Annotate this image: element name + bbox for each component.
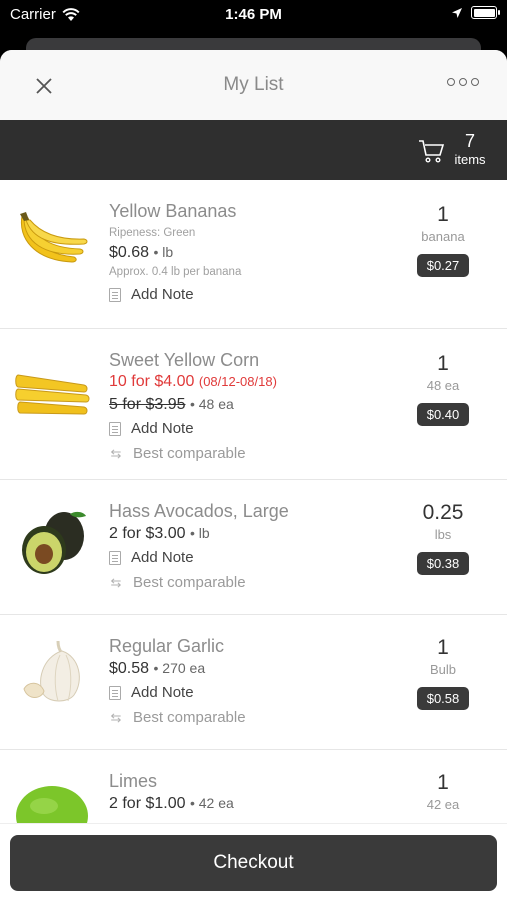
quantity-unit: lbs	[434, 527, 452, 542]
garlic-icon	[23, 640, 80, 702]
ripeness-label: Ripeness: Green	[109, 227, 196, 239]
quantity-value: 1	[437, 203, 449, 226]
banana-icon	[20, 212, 88, 263]
quantity-unit: banana	[421, 229, 465, 244]
list-item[interactable]: Regular Garlic $0.58 • 270 ea Add Note ⇆…	[0, 615, 507, 750]
more-options-icon[interactable]	[447, 78, 479, 86]
add-note-button[interactable]: Add Note	[109, 416, 409, 441]
item-name[interactable]: Sweet Yellow Corn	[109, 349, 409, 371]
old-price-value: 5 for $3.95	[109, 396, 186, 413]
best-comparable-label: Best comparable	[133, 574, 246, 591]
item-quantity[interactable]: 0.25 lbs $0.38	[403, 500, 483, 575]
corn-icon	[15, 374, 90, 415]
item-name[interactable]: Hass Avocados, Large	[109, 500, 409, 522]
shopping-list: Yellow Bananas Ripeness: Green $0.68 • l…	[0, 180, 507, 870]
promo-dates: (08/12-08/18)	[198, 374, 277, 389]
best-comparable-button[interactable]: ⇆ Best comparable	[109, 705, 409, 730]
price-value: 2 for $3.00	[109, 525, 186, 542]
note-icon	[109, 685, 121, 700]
list-item[interactable]: Yellow Bananas Ripeness: Green $0.68 • l…	[0, 180, 507, 329]
page-title: My List	[223, 74, 284, 95]
quantity-value: 0.25	[422, 501, 464, 524]
checkout-footer: Checkout	[0, 823, 507, 900]
item-quantity[interactable]: 1 banana $0.27	[403, 202, 483, 277]
item-total-badge: $0.27	[416, 254, 470, 277]
location-arrow-icon	[452, 7, 462, 18]
quantity-value: 1	[437, 352, 449, 375]
best-comparable-button[interactable]: ⇆ Best comparable	[109, 441, 409, 466]
item-total-badge: $0.38	[416, 552, 470, 575]
best-comparable-button[interactable]: ⇆ Best comparable	[109, 570, 409, 595]
add-note-label: Add Note	[131, 549, 194, 566]
cart-item-count: 7	[464, 131, 475, 151]
cart-icon	[419, 140, 445, 163]
price-value: 2 for $1.00	[109, 795, 186, 812]
swap-icon: ⇆	[110, 710, 122, 725]
regular-price: 5 for $3.95 • 48 ea	[109, 396, 234, 413]
item-quantity[interactable]: 1 48 ea $0.40	[403, 351, 483, 426]
swap-icon: ⇆	[110, 575, 122, 590]
quantity-unit: Bulb	[429, 662, 457, 677]
price-unit: 48 ea	[198, 396, 234, 412]
add-note-label: Add Note	[131, 420, 194, 437]
checkout-button[interactable]: Checkout	[10, 835, 497, 891]
promo-price: 10 for $4.00 (08/12-08/18)	[109, 371, 409, 393]
battery-icon	[471, 6, 500, 19]
price-value: $0.68	[109, 244, 150, 261]
note-icon	[109, 550, 121, 565]
item-total-badge: $0.58	[416, 687, 470, 710]
status-bar: Carrier 1:46 PM	[0, 0, 507, 30]
price-unit: 42 ea	[198, 795, 234, 811]
quantity-unit: 42 ea	[426, 797, 460, 812]
approx-weight: Approx. 0.4 lb per banana	[109, 266, 242, 278]
item-price: $0.58 • 270 ea	[109, 660, 206, 677]
add-note-button[interactable]: Add Note	[109, 545, 409, 570]
item-quantity[interactable]: 1 42 ea	[403, 770, 483, 814]
item-price: 2 for $1.00 • 42 ea	[109, 795, 234, 812]
item-total-badge: $0.40	[416, 403, 470, 426]
status-time: 1:46 PM	[225, 6, 282, 23]
add-note-button[interactable]: Add Note	[109, 680, 409, 705]
item-name[interactable]: Regular Garlic	[109, 635, 409, 657]
quantity-unit: 48 ea	[426, 378, 460, 393]
add-note-label: Add Note	[131, 286, 194, 303]
nav-header: My List	[0, 50, 507, 120]
note-icon	[109, 421, 121, 436]
item-name[interactable]: Yellow Bananas	[109, 200, 409, 222]
checkout-label: Checkout	[213, 852, 294, 873]
best-comparable-label: Best comparable	[133, 445, 246, 462]
item-price: 2 for $3.00 • lb	[109, 525, 210, 542]
item-price: $0.68 • lb	[109, 244, 174, 261]
item-name[interactable]: Limes	[109, 770, 409, 792]
list-item[interactable]: Sweet Yellow Corn 10 for $4.00 (08/12-08…	[0, 329, 507, 480]
swap-icon: ⇆	[110, 446, 122, 461]
promo-price-value: 10 for $4.00	[109, 373, 195, 390]
note-icon	[109, 287, 121, 302]
price-value: $0.58	[109, 660, 150, 677]
add-note-button[interactable]: Add Note	[109, 282, 409, 307]
quantity-value: 1	[437, 636, 449, 659]
price-unit: 270 ea	[162, 660, 206, 676]
item-quantity[interactable]: 1 Bulb $0.58	[403, 635, 483, 710]
cart-items-label: items	[454, 152, 486, 167]
price-unit: lb	[162, 244, 174, 260]
price-unit: lb	[198, 525, 210, 541]
avocado-icon	[22, 511, 86, 574]
quantity-value: 1	[437, 771, 449, 794]
list-item[interactable]: Hass Avocados, Large 2 for $3.00 • lb Ad…	[0, 480, 507, 615]
add-note-label: Add Note	[131, 684, 194, 701]
list-sheet: My List 7 items Yellow Bananas Ripeness:	[0, 50, 507, 900]
cart-summary-bar[interactable]: 7 items	[0, 120, 507, 180]
best-comparable-label: Best comparable	[133, 709, 246, 726]
